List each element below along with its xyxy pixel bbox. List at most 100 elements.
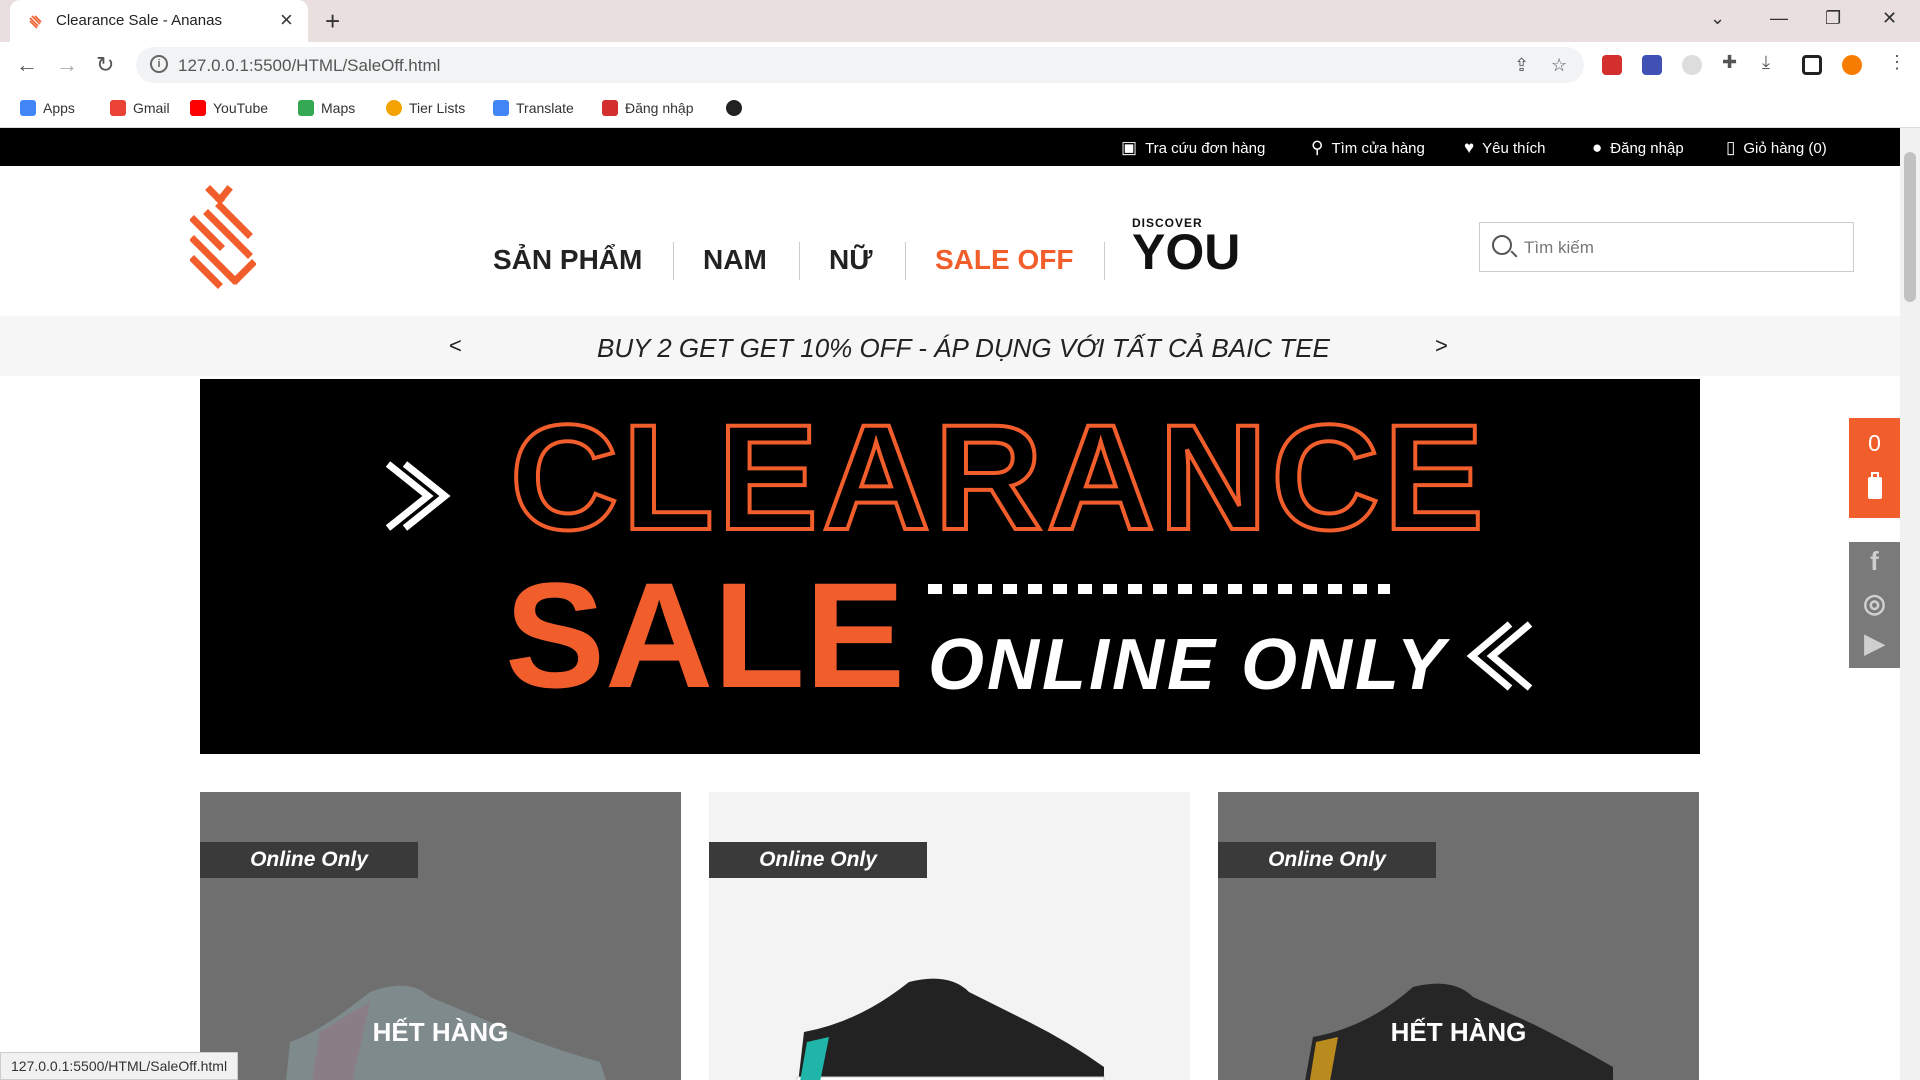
bookmark-đăng-nhập[interactable]: Đăng nhập [602, 98, 694, 118]
browser-tab-strip: Clearance Sale - Ananas × + ⌄ — ❐ ✕ [0, 0, 1920, 42]
shopping-bag-icon: ▯ [1726, 138, 1736, 157]
tab-close-icon[interactable]: × [280, 7, 293, 33]
extension-blue-icon[interactable] [1642, 55, 1662, 75]
product-image [709, 792, 1190, 1080]
share-icon[interactable]: ⇪ [1514, 55, 1529, 76]
banner-clearance-text: CLEARANCE [510, 393, 1488, 561]
scrollbar-thumb[interactable] [1904, 152, 1916, 302]
tab-title: Clearance Sale - Ananas [56, 12, 222, 29]
login-link[interactable]: ● Đăng nhập [1592, 138, 1684, 158]
promo-strip: < BUY 2 GET GET 10% OFF - ÁP DỤNG VỚI TẤ… [0, 316, 1900, 376]
heart-icon: ♥ [1464, 138, 1475, 157]
promo-prev-button[interactable]: < [449, 333, 462, 359]
new-tab-icon[interactable]: + [325, 6, 340, 37]
globe-icon [726, 100, 742, 116]
nav-women[interactable]: NỮ [829, 244, 872, 276]
bookmark-translate[interactable]: Translate [493, 98, 574, 118]
floating-cart-button[interactable]: 0 [1849, 418, 1900, 518]
social-links: f ◎ ▶ [1849, 542, 1900, 668]
bookmark-maps[interactable]: Maps [298, 98, 355, 118]
bookmark-gmail[interactable]: Gmail [110, 98, 170, 118]
login-site-icon [602, 100, 618, 116]
nav-men[interactable]: NAM [703, 244, 767, 276]
side-panel-icon[interactable] [1802, 55, 1822, 75]
search-input[interactable]: Tìm kiếm [1524, 238, 1594, 258]
search-box[interactable]: Tìm kiếm [1479, 222, 1854, 272]
restore-icon[interactable]: ❐ [1825, 8, 1841, 29]
order-lookup-link[interactable]: ▣ Tra cứu đơn hàng [1121, 138, 1265, 158]
nav-sale-off[interactable]: SALE OFF [935, 244, 1073, 276]
tierlists-icon [386, 100, 402, 116]
address-bar-row: ← → ↻ i 127.0.0.1:5500/HTML/SaleOff.html… [0, 42, 1920, 88]
extension-red-icon[interactable] [1602, 55, 1622, 75]
bookmark-youtube[interactable]: YouTube [190, 98, 268, 118]
page-scrollbar[interactable] [1900, 128, 1920, 1080]
nav-separator [905, 242, 906, 280]
promo-text: BUY 2 GET GET 10% OFF - ÁP DỤNG VỚI TẤT … [597, 333, 1330, 363]
search-icon[interactable] [1492, 235, 1512, 255]
banner-art: CLEARANCE SALE ONLINE ONLY [385, 391, 1533, 719]
extension-compass-icon[interactable] [1682, 55, 1702, 75]
url-text[interactable]: 127.0.0.1:5500/HTML/SaleOff.html [178, 56, 440, 76]
minimize-icon[interactable]: — [1770, 8, 1788, 29]
cart-count: 0 [1868, 430, 1881, 456]
user-icon: ● [1592, 138, 1603, 157]
site-header: SẢN PHẨM NAM NỮ SALE OFF DISCOVER YOU Tì… [0, 166, 1900, 316]
bookmark-star-icon[interactable]: ☆ [1551, 55, 1567, 76]
ananas-favicon-icon [29, 15, 42, 29]
wishlist-link[interactable]: ♥ Yêu thích [1464, 138, 1545, 158]
online-only-tag: Online Only [1218, 842, 1436, 878]
instagram-icon[interactable]: ◎ [1849, 588, 1900, 619]
online-only-tag: Online Only [200, 842, 418, 878]
youtube-icon [190, 100, 206, 116]
tab-search-icon[interactable]: ⌄ [1710, 8, 1725, 29]
sold-out-label: HẾT HÀNG [372, 1017, 509, 1047]
forward-icon[interactable]: → [56, 52, 78, 78]
gmail-icon [110, 100, 126, 116]
url-omnibox[interactable]: i 127.0.0.1:5500/HTML/SaleOff.html ⇪ ☆ [136, 47, 1584, 83]
nav-separator [673, 242, 674, 280]
extensions-puzzle-icon[interactable]: ✚ [1722, 52, 1737, 73]
banner-online-only-text: ONLINE ONLY [928, 625, 1451, 705]
menu-kebab-icon[interactable]: ⋮ [1888, 52, 1906, 73]
maps-pin-icon [298, 100, 314, 116]
nav-separator [799, 242, 800, 280]
back-icon[interactable]: ← [16, 52, 38, 78]
ananas-logo[interactable] [190, 184, 256, 294]
site-info-icon[interactable]: i [150, 55, 168, 73]
download-icon[interactable]: ⤓ [1762, 52, 1770, 73]
box-icon: ▣ [1121, 138, 1138, 157]
product-card[interactable]: Online Only HẾT HÀNG [1218, 792, 1699, 1080]
banner-chevron-right-icon [385, 461, 451, 531]
store-locator-link[interactable]: ⚲ Tìm cửa hàng [1311, 138, 1425, 158]
clearance-sale-banner[interactable]: CLEARANCE SALE ONLINE ONLY [200, 379, 1700, 754]
status-bar-url: 127.0.0.1:5500/HTML/SaleOff.html [0, 1052, 239, 1080]
floating-cart-icon [1868, 472, 1882, 499]
utility-topbar: ▣ Tra cứu đơn hàng ⚲ Tìm cửa hàng ♥ Yêu … [0, 128, 1900, 166]
product-card[interactable]: Online Only HẾT HÀNG [200, 792, 681, 1080]
banner-chevron-left-icon [1466, 621, 1533, 691]
profile-avatar[interactable] [1842, 55, 1862, 75]
apps-grid-icon [20, 100, 36, 116]
location-pin-icon: ⚲ [1311, 138, 1324, 157]
web-page: ▣ Tra cứu đơn hàng ⚲ Tìm cửa hàng ♥ Yêu … [0, 128, 1900, 1080]
reload-icon[interactable]: ↻ [96, 52, 114, 78]
browser-tab[interactable]: Clearance Sale - Ananas × [10, 0, 308, 42]
youtube-icon[interactable]: ▶ [1849, 628, 1900, 659]
facebook-icon[interactable]: f [1849, 546, 1900, 577]
promo-next-button[interactable]: > [1435, 333, 1448, 359]
translate-icon [493, 100, 509, 116]
nav-products[interactable]: SẢN PHẨM [493, 244, 642, 276]
cart-link[interactable]: ▯ Giỏ hàng (0) [1726, 138, 1827, 158]
close-window-icon[interactable]: ✕ [1882, 8, 1897, 29]
bookmark-apps[interactable]: Apps [20, 98, 75, 118]
sold-out-label: HẾT HÀNG [1390, 1017, 1527, 1047]
bookmarks-bar: Apps Gmail YouTube Maps Tier Lists Translate Đ… [0, 88, 1920, 128]
discover-you-link[interactable]: DISCOVER YOU [1132, 216, 1240, 277]
nav-separator [1104, 242, 1105, 280]
bookmark-tier-lists[interactable]: Tier Lists [386, 98, 465, 118]
product-card[interactable]: Online Only [709, 792, 1190, 1080]
bookmark-globe[interactable] [726, 98, 742, 118]
banner-sale-text: SALE [505, 551, 905, 719]
online-only-tag: Online Only [709, 842, 927, 878]
